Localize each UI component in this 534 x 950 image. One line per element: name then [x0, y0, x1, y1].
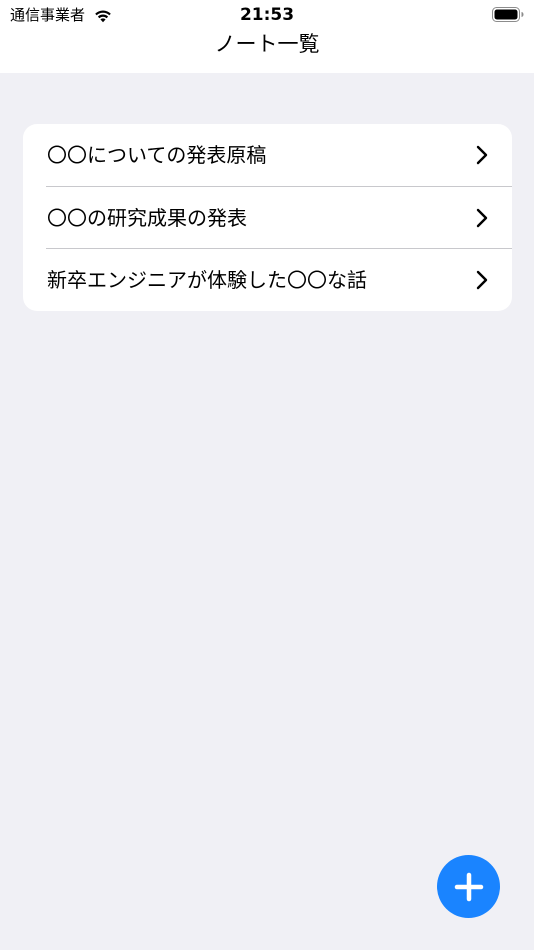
note-row[interactable]: 新卒エンジニアが体験した〇〇な話 — [23, 249, 512, 311]
add-note-button[interactable] — [437, 855, 500, 918]
note-row[interactable]: 〇〇の研究成果の発表 — [23, 187, 512, 249]
page-title: ノート一覧 — [214, 32, 320, 56]
battery-icon — [492, 7, 524, 22]
note-title: 〇〇についての発表原稿 — [47, 143, 267, 167]
plus-icon — [454, 872, 483, 901]
navigation-header: 通信事業者 21:53 ノート一覧 — [0, 0, 534, 73]
chevron-right-icon — [476, 270, 488, 290]
note-title: 〇〇の研究成果の発表 — [47, 206, 247, 230]
chevron-right-icon — [476, 208, 488, 228]
note-title: 新卒エンジニアが体験した〇〇な話 — [47, 268, 367, 292]
status-time: 21:53 — [239, 5, 295, 25]
note-row[interactable]: 〇〇についての発表原稿 — [23, 124, 512, 186]
chevron-right-icon — [476, 145, 488, 165]
notes-list: 〇〇についての発表原稿 〇〇の研究成果の発表 新卒エンジニアが体験した〇〇な話 — [23, 124, 512, 311]
status-bar: 通信事業者 21:53 — [0, 0, 534, 30]
